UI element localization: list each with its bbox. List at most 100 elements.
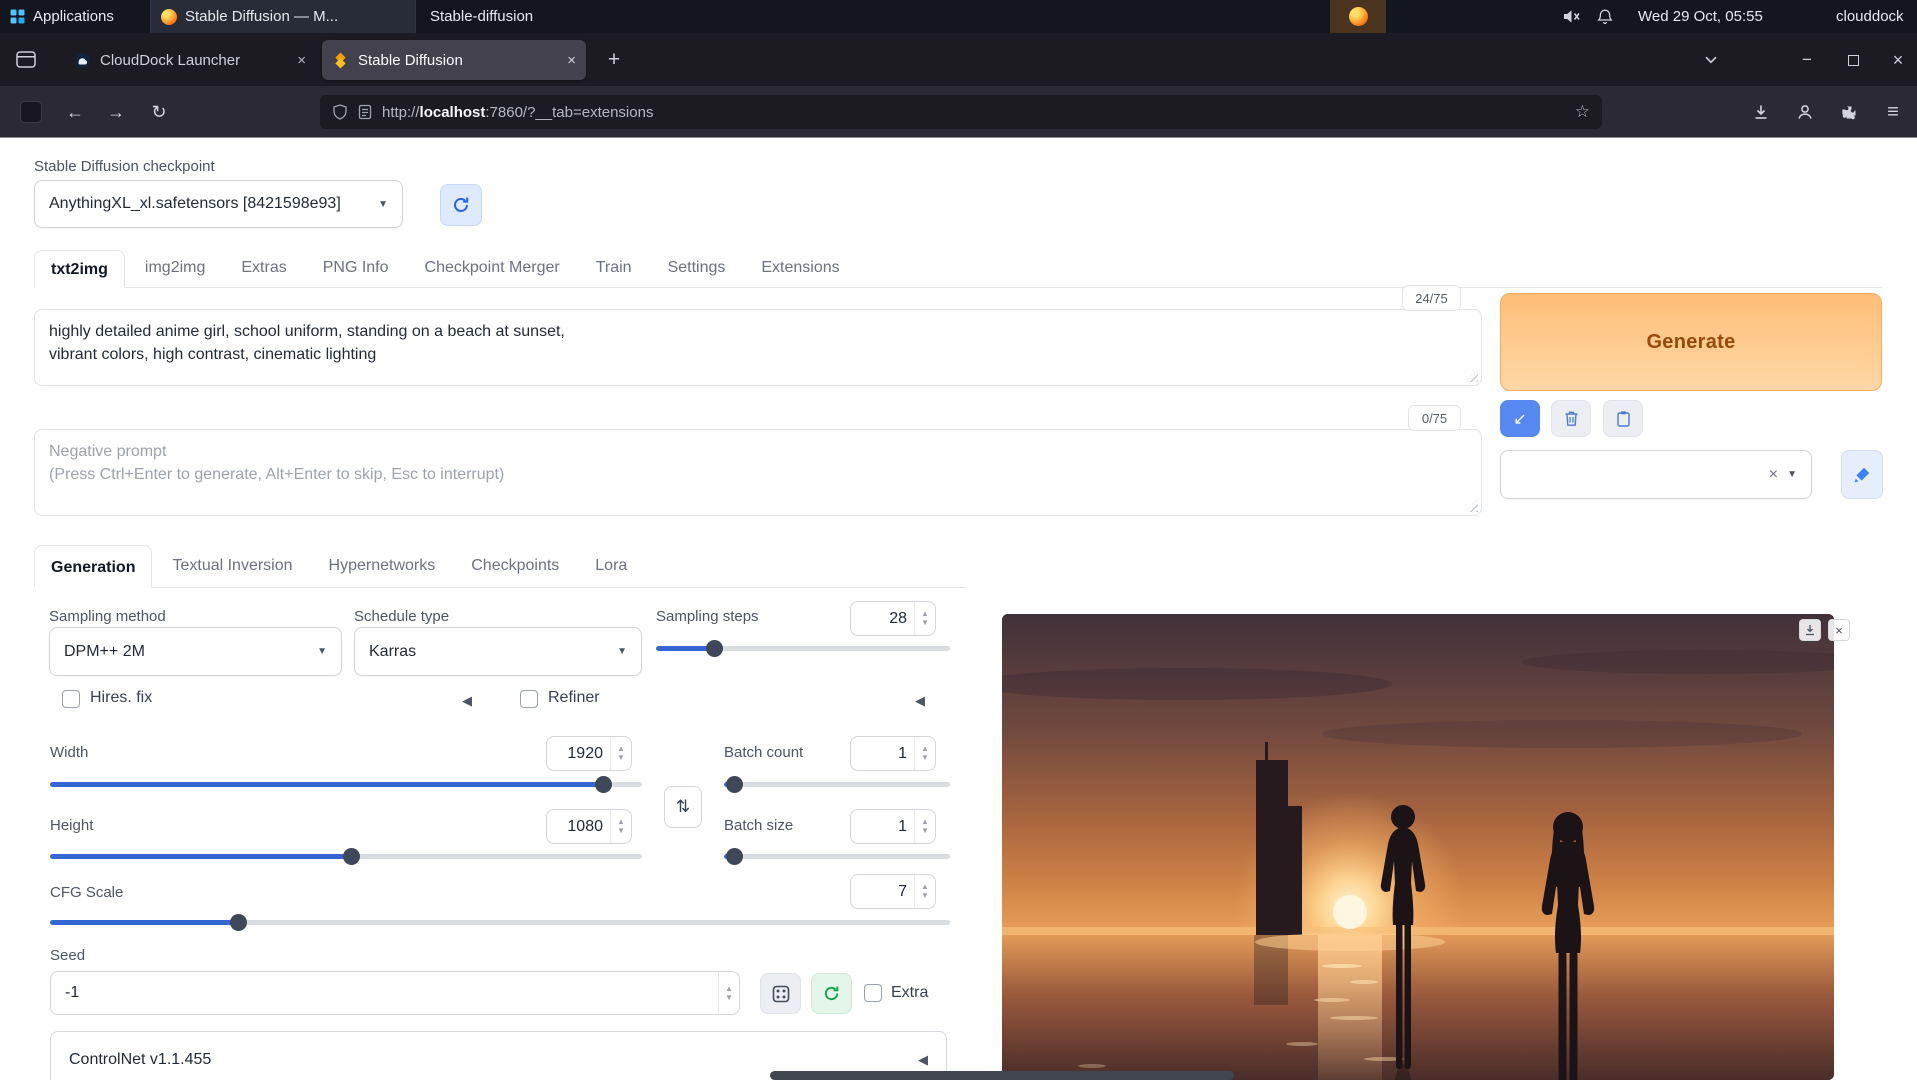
volume-muted-icon[interactable] [1558, 0, 1585, 33]
tab-generation[interactable]: Generation [34, 545, 152, 588]
hires-collapse-icon[interactable]: ◀ [462, 693, 472, 709]
sampling-method-dropdown[interactable]: DPM++ 2M ▼ [49, 627, 342, 676]
image-close-button[interactable]: × [1828, 619, 1850, 641]
stepper[interactable]: ▲▼ [610, 737, 631, 770]
batch-size-slider[interactable] [724, 847, 950, 866]
slider-handle[interactable] [706, 640, 723, 657]
taskbar-window-stable-diffusion-folder[interactable]: Stable-diffusion [420, 0, 543, 33]
batch-count-slider[interactable] [724, 775, 950, 794]
clock[interactable]: Wed 29 Oct, 05:55 [1628, 0, 1773, 33]
page-info-icon[interactable] [358, 104, 372, 120]
edit-styles-button[interactable] [1841, 450, 1883, 499]
apply-style-button[interactable] [1603, 400, 1643, 437]
height-input[interactable]: 1080 ▲▼ [546, 809, 632, 844]
tab-close-icon[interactable]: × [567, 52, 576, 69]
sampling-steps-label: Sampling steps [656, 608, 759, 625]
tab-extensions[interactable]: Extensions [745, 249, 855, 287]
applications-menu[interactable]: Applications [0, 0, 124, 33]
url-text[interactable]: http://localhost:7860/?__tab=extensions [382, 104, 1565, 121]
taskbar-window-stable-diffusion[interactable]: Stable Diffusion — M... [150, 0, 416, 33]
sampling-steps-input[interactable]: 28 ▲▼ [850, 601, 936, 636]
taskbar-window-label: Stable Diffusion — M... [185, 8, 338, 25]
reuse-seed-button[interactable] [811, 973, 852, 1014]
shield-icon[interactable] [332, 104, 348, 120]
taskbar-window-label: Stable-diffusion [430, 8, 533, 25]
swap-dimensions-button[interactable]: ⇅ [664, 786, 702, 828]
tab-checkpoints[interactable]: Checkpoints [455, 544, 575, 587]
output-gallery[interactable] [1002, 614, 1834, 1080]
tray-firefox-icon[interactable] [1330, 0, 1386, 33]
styles-clear-icon[interactable]: × [1769, 466, 1778, 484]
stepper[interactable]: ▲▼ [914, 875, 935, 908]
bookmark-star-icon[interactable]: ☆ [1575, 102, 1590, 122]
browser-tab-stable-diffusion[interactable]: Stable Diffusion × [322, 40, 586, 80]
tab-png-info[interactable]: PNG Info [307, 249, 405, 287]
tab-lora[interactable]: Lora [579, 544, 643, 587]
window-maximize-button[interactable] [1839, 46, 1867, 74]
tab-img2img[interactable]: img2img [129, 249, 221, 287]
extra-seed-checkbox[interactable] [864, 984, 882, 1002]
firefox-view-button[interactable] [12, 45, 40, 73]
tab-hypernetworks[interactable]: Hypernetworks [313, 544, 452, 587]
tab-close-icon[interactable]: × [297, 52, 306, 69]
paste-generation-params-button[interactable]: ↙ [1500, 400, 1540, 437]
seed-input[interactable]: -1 ▲▼ [50, 971, 740, 1015]
stepper[interactable]: ▲▼ [914, 602, 935, 635]
schedule-type-dropdown[interactable]: Karras ▼ [354, 627, 642, 676]
applications-icon [10, 9, 25, 24]
slider-handle[interactable] [230, 914, 247, 931]
window-close-button[interactable]: × [1884, 46, 1912, 74]
horizontal-scrollbar-thumb[interactable] [770, 1071, 1234, 1080]
cfg-scale-slider[interactable] [50, 913, 950, 932]
generate-button[interactable]: Generate [1500, 293, 1882, 391]
tab-train[interactable]: Train [580, 249, 648, 287]
batch-size-input[interactable]: 1 ▲▼ [850, 809, 936, 844]
account-button[interactable] [1788, 95, 1822, 129]
checkpoint-dropdown[interactable]: AnythingXL_xl.safetensors [8421598e93] ▼ [34, 180, 403, 228]
prompt-textarea[interactable] [35, 310, 1481, 385]
tab-textual-inversion[interactable]: Textual Inversion [156, 544, 308, 587]
batch-count-input[interactable]: 1 ▲▼ [850, 736, 936, 771]
downloads-button[interactable] [1744, 95, 1778, 129]
stepper[interactable]: ▲▼ [610, 810, 631, 843]
new-tab-button[interactable]: + [600, 46, 628, 74]
image-save-button[interactable] [1799, 619, 1821, 641]
list-all-tabs-button[interactable] [1697, 46, 1725, 74]
notifications-bell-icon[interactable] [1593, 0, 1617, 33]
puzzle-piece-icon [1840, 103, 1858, 121]
checkpoint-refresh-button[interactable] [440, 184, 482, 226]
stepper[interactable]: ▲▼ [718, 972, 739, 1014]
tab-extras[interactable]: Extras [225, 249, 302, 287]
slider-handle[interactable] [595, 776, 612, 793]
slider-handle[interactable] [343, 848, 360, 865]
tab-settings[interactable]: Settings [652, 249, 742, 287]
stepper[interactable]: ▲▼ [914, 810, 935, 843]
sampling-steps-slider[interactable] [656, 639, 950, 658]
negative-prompt-textarea[interactable] [35, 430, 1481, 515]
clear-prompt-button[interactable] [1551, 400, 1591, 437]
menu-button[interactable]: ≡ [1876, 95, 1910, 129]
stepper[interactable]: ▲▼ [914, 737, 935, 770]
caret-down-icon[interactable]: ▼ [1787, 469, 1797, 480]
refiner-checkbox[interactable] [520, 690, 538, 708]
styles-dropdown[interactable]: × ▼ [1500, 450, 1812, 499]
reload-button[interactable]: ↻ [142, 95, 176, 129]
slider-handle[interactable] [726, 776, 743, 793]
slider-handle[interactable] [726, 848, 743, 865]
refiner-collapse-icon[interactable]: ◀ [915, 693, 925, 709]
back-button[interactable]: ← [58, 95, 92, 129]
tab-txt2img[interactable]: txt2img [34, 250, 125, 288]
url-bar[interactable]: http://localhost:7860/?__tab=extensions … [320, 95, 1602, 129]
width-slider[interactable] [50, 775, 642, 794]
cfg-scale-input[interactable]: 7 ▲▼ [850, 874, 936, 909]
tab-checkpoint-merger[interactable]: Checkpoint Merger [409, 249, 576, 287]
height-slider[interactable] [50, 847, 642, 866]
random-seed-button[interactable] [760, 973, 801, 1014]
extensions-button[interactable] [1832, 95, 1866, 129]
window-minimize-button[interactable]: − [1793, 46, 1821, 74]
browser-app-icon[interactable] [14, 95, 48, 129]
width-input[interactable]: 1920 ▲▼ [546, 736, 632, 771]
browser-tab-clouddock[interactable]: CloudDock Launcher × [64, 40, 316, 80]
hires-fix-checkbox[interactable] [62, 690, 80, 708]
forward-button[interactable]: → [99, 95, 133, 129]
